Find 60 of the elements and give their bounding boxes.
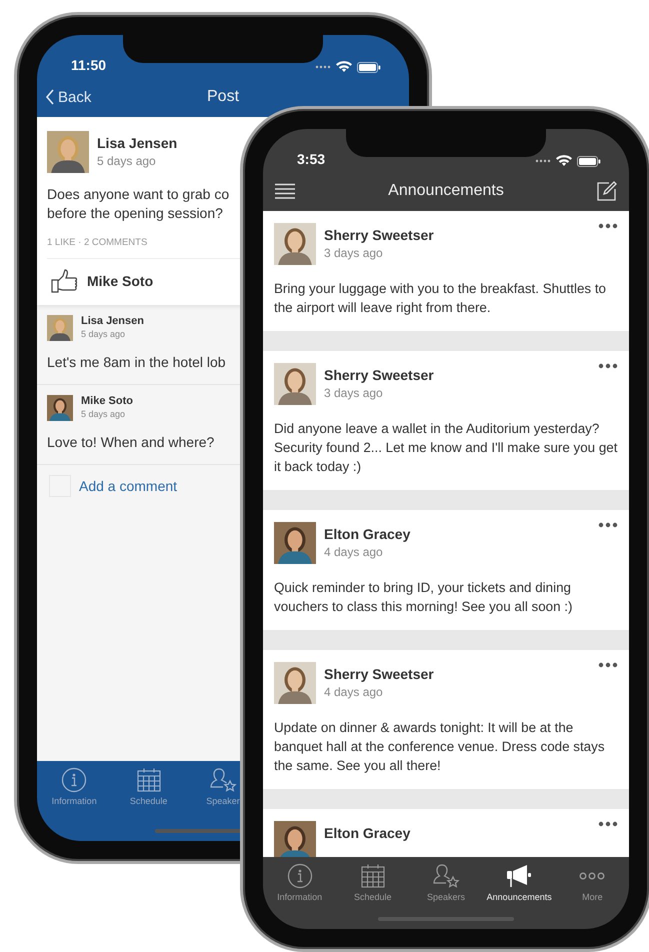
author-name: Elton Gracey [324, 825, 412, 841]
compose-icon[interactable] [597, 181, 617, 201]
author-name: Mike Soto [81, 395, 133, 407]
thumbs-up-icon [51, 269, 79, 293]
more-icon[interactable] [598, 662, 618, 668]
comment-text: Let's me 8am in the hotel lob [47, 353, 226, 372]
calendar-icon [360, 863, 386, 889]
author-name: Lisa Jensen [97, 135, 178, 151]
tab[interactable]: Schedule [130, 767, 168, 806]
nav-title: Post [207, 88, 239, 106]
author-name: Lisa Jensen [81, 315, 144, 327]
author-name: Sherry Sweetser [324, 227, 435, 243]
back-link[interactable]: Back [37, 88, 92, 106]
menu-icon[interactable] [275, 183, 295, 199]
wifi-icon [336, 61, 352, 73]
tab[interactable]: Speaker [206, 767, 240, 806]
announcement-text: Did anyone leave a wallet in the Auditorium yesterday? Security found 2... Let me know and I'll make sure you get it back today :) [274, 420, 618, 476]
liker-name: Mike Soto [87, 273, 154, 289]
tab[interactable]: Announcements [486, 863, 552, 902]
post-time: 4 days ago [324, 685, 384, 699]
wifi-icon [556, 155, 572, 167]
nav-title: Announcements [388, 182, 504, 200]
status-time: 11:50 [71, 57, 106, 73]
post-time: 3 days ago [324, 386, 384, 400]
announcement-text: Quick reminder to bring ID, your tickets and dining vouchers to class this morning! See you all soon :) [274, 579, 574, 616]
more-icon [578, 872, 606, 880]
post-time: 4 days ago [324, 545, 384, 559]
status-time: 3:53 [297, 151, 326, 167]
post-time: 3 days ago [324, 246, 384, 260]
person-star-icon [432, 863, 460, 889]
comment-field[interactable]: Add a comment [79, 478, 191, 494]
post-time: 5 days ago [97, 154, 157, 168]
tab[interactable]: Information [52, 767, 97, 806]
comment-time: 5 days ago [81, 409, 126, 419]
announcement-text: Bring your luggage with you to the breakfast. Shuttles to the airport will leave right from there. [274, 280, 607, 317]
comment-text: Love to! When and where? [47, 433, 214, 452]
signal-icon [535, 159, 551, 163]
comment-time: 5 days ago [81, 329, 126, 339]
more-icon[interactable] [598, 363, 618, 369]
person-star-icon [208, 767, 237, 793]
post-summary: 1 LIKE · 2 COMMENTS [47, 237, 148, 248]
author-name: Elton Gracey [324, 526, 412, 542]
signal-icon [315, 65, 331, 69]
author-name: Sherry Sweetser [324, 367, 435, 383]
tab[interactable]: Speakers [426, 863, 465, 902]
more-icon[interactable] [598, 522, 618, 528]
author-name: Sherry Sweetser [324, 666, 435, 682]
tab[interactable]: More [578, 863, 606, 902]
announcement-text: Update on dinner & awards tonight: It will be at the banquet hall at the conference venue. Dress code stays the same. See you all there! [274, 719, 606, 775]
tab[interactable]: Information [277, 863, 322, 902]
info-icon [61, 767, 88, 793]
tab[interactable]: Schedule [354, 863, 392, 902]
battery-icon [577, 156, 601, 166]
info-icon [286, 863, 313, 889]
more-icon[interactable] [598, 223, 618, 229]
post-text: Does anyone want to grab co before the opening session? [47, 185, 230, 223]
calendar-icon [136, 767, 162, 793]
chevron-left-icon [45, 89, 55, 105]
battery-icon [357, 62, 381, 72]
more-icon[interactable] [598, 821, 618, 827]
